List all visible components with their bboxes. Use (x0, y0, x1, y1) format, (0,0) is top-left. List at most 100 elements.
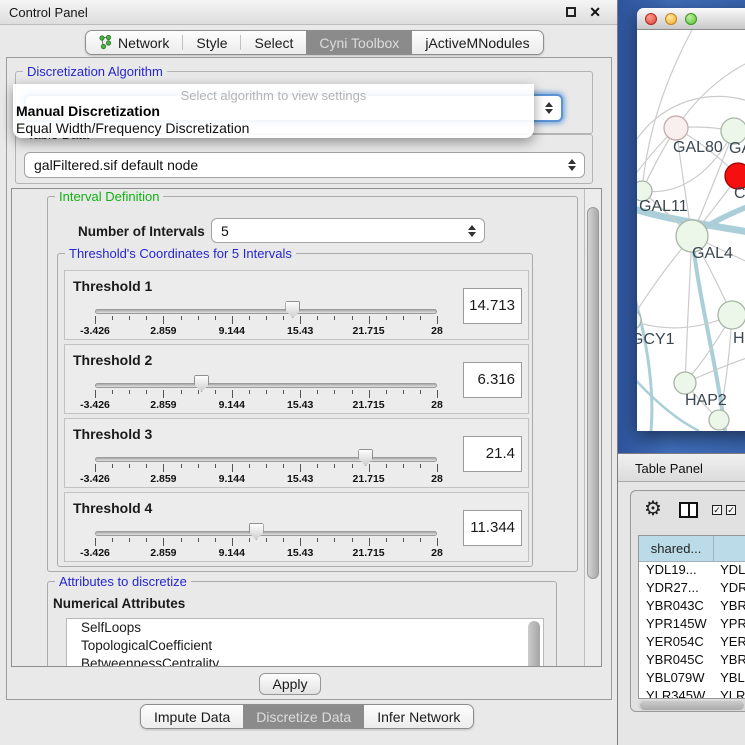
tick-label: 9.144 (219, 473, 245, 485)
slider-track[interactable] (95, 383, 437, 388)
tab-network[interactable]: Network (86, 31, 182, 54)
slider-track[interactable] (95, 531, 437, 536)
table-panel-region: ⚙ ✓ ✓ shared... na YDL19... YDL1 YDR27..… (618, 483, 745, 745)
column-header-name[interactable]: na (714, 536, 745, 562)
tick-label: 28 (431, 325, 443, 337)
control-panel: Control Panel ✕ Network Style Select C (0, 0, 618, 745)
scrollbar-thumb[interactable] (587, 207, 599, 579)
threshold-3-label: Threshold 3 (73, 426, 152, 442)
network-canvas[interactable]: GAL80 GA C GAL11 GAL4 GCY1 H HAP2 (637, 30, 745, 431)
threshold-4-value-field[interactable]: 11.344 (463, 510, 522, 546)
checkbox-icon[interactable]: ✓ (726, 505, 736, 515)
slider-tick-labels: -3.4262.8599.14415.4321.71528 (95, 473, 437, 485)
node-hap2[interactable] (674, 372, 696, 394)
cell-name[interactable]: YLR3 (714, 688, 745, 699)
gear-icon[interactable]: ⚙ (644, 498, 662, 520)
close-traffic-light-icon[interactable] (645, 13, 657, 25)
node-label: GA (729, 140, 745, 157)
node-h[interactable] (718, 301, 745, 329)
zoom-traffic-light-icon[interactable] (685, 13, 697, 25)
threshold-1-value-field[interactable]: 14.713 (463, 288, 522, 324)
table-body: YDL19... YDL1 YDR27... YDR2 YBR043C YBR0 (639, 562, 745, 699)
settings-vertical-scrollbar[interactable] (584, 189, 601, 666)
cell-name[interactable]: YBL0 (714, 670, 745, 688)
columns-icon[interactable] (679, 502, 698, 518)
dropdown-option-equal-width[interactable]: Equal Width/Frequency Discretization (16, 120, 249, 136)
table-row[interactable]: YER054C YER0 (639, 634, 745, 652)
cell-name[interactable]: YBR0 (714, 598, 745, 616)
cell-shared-name[interactable]: YBL079W (639, 670, 714, 688)
tick-label: 28 (431, 547, 443, 559)
threshold-2-label: Threshold 2 (73, 352, 152, 368)
tab-jactivemnodules[interactable]: jActiveMNodules (412, 31, 542, 54)
threshold-2-value-field[interactable]: 6.316 (463, 362, 522, 398)
node-label: GAL80 (673, 139, 723, 156)
cell-name[interactable]: YBR0 (714, 652, 745, 670)
table-row[interactable]: YPR145W YPR1 (639, 616, 745, 634)
table-horizontal-scrollbar[interactable] (638, 700, 745, 711)
list-item[interactable]: SelfLoops (67, 619, 543, 637)
threshold-3-slider[interactable]: -3.4262.8599.14415.4321.71528 (95, 447, 437, 487)
table-data-combobox[interactable]: galFiltered.sif default node (24, 152, 585, 178)
cell-shared-name[interactable]: YLR345W (639, 688, 714, 699)
threshold-1-slider[interactable]: -3.4262.8599.14415.4321.71528 (95, 299, 437, 339)
cell-name[interactable]: YER0 (714, 634, 745, 652)
table-row[interactable]: YBL079W YBL0 (639, 670, 745, 688)
table-row[interactable]: YDR27... YDR2 (639, 580, 745, 598)
numerical-attributes-list[interactable]: SelfLoopsTopologicalCoefficientBetweenne… (66, 618, 544, 667)
threshold-1-label: Threshold 1 (73, 278, 152, 294)
settings-scrollpane: Interval Definition Number of Intervals … (11, 188, 602, 667)
num-intervals-combobox[interactable]: 5 (211, 218, 485, 243)
slider-ticks (95, 538, 437, 547)
table-row[interactable]: YLR345W YLR3 (639, 688, 745, 699)
float-window-icon[interactable] (566, 7, 576, 17)
num-intervals-value: 5 (221, 223, 229, 239)
threshold-4-slider[interactable]: -3.4262.8599.14415.4321.71528 (95, 521, 437, 561)
cell-shared-name[interactable]: YBR043C (639, 598, 714, 616)
cell-shared-name[interactable]: YPR145W (639, 616, 714, 634)
apply-button[interactable]: Apply (259, 673, 321, 695)
node-gcy1[interactable] (637, 310, 641, 330)
slider-track[interactable] (95, 457, 437, 462)
slider-track[interactable] (95, 309, 437, 314)
cell-name[interactable]: YPR1 (714, 616, 745, 634)
cell-name[interactable]: YDL1 (714, 562, 745, 580)
table-row[interactable]: YBR043C YBR0 (639, 598, 745, 616)
cell-name[interactable]: YDR2 (714, 580, 745, 598)
threshold-2-slider[interactable]: -3.4262.8599.14415.4321.71528 (95, 373, 437, 413)
discretization-algorithm-title: Discretization Algorithm (23, 64, 167, 79)
tab-discretize-data[interactable]: Discretize Data (243, 705, 364, 728)
dropdown-option-manual[interactable]: Manual Discretization (16, 103, 160, 119)
tab-select[interactable]: Select (241, 31, 306, 54)
checkbox-icon[interactable]: ✓ (712, 505, 722, 515)
list-item[interactable]: BetweennessCentrality (67, 655, 543, 667)
node-gal80[interactable] (664, 116, 688, 140)
cell-shared-name[interactable]: YBR045C (639, 652, 714, 670)
minimize-traffic-light-icon[interactable] (665, 13, 677, 25)
table-data-group: Table Data galFiltered.sif default node (15, 134, 593, 184)
interval-definition-group: Interval Definition Number of Intervals … (47, 196, 578, 572)
tab-infer-network[interactable]: Infer Network (364, 705, 473, 728)
node-bottom[interactable] (709, 410, 729, 430)
tick-label: 2.859 (150, 399, 176, 411)
list-item[interactable]: TopologicalCoefficient (67, 637, 543, 655)
tab-style[interactable]: Style (183, 31, 240, 54)
slider-tick-labels: -3.4262.8599.14415.4321.71528 (95, 399, 437, 411)
column-header-shared-name[interactable]: shared... (639, 536, 714, 562)
tab-impute-data[interactable]: Impute Data (141, 705, 243, 728)
table-row[interactable]: YDL19... YDL1 (639, 562, 745, 580)
cell-shared-name[interactable]: YDR27... (639, 580, 714, 598)
slider-tick-labels: -3.4262.8599.14415.4321.71528 (95, 547, 437, 559)
cell-shared-name[interactable]: YDL19... (639, 562, 714, 580)
scrollbar-thumb[interactable] (640, 701, 744, 710)
close-icon[interactable]: ✕ (589, 4, 601, 21)
list-scrollbar[interactable] (528, 621, 540, 667)
tab-jactivemnodules-label: jActiveMNodules (425, 35, 529, 51)
attributes-title: Attributes to discretize (55, 574, 191, 589)
tab-cyni-toolbox[interactable]: Cyni Toolbox (306, 31, 412, 54)
control-panel-titlebar: Control Panel ✕ (0, 0, 617, 25)
network-nodes[interactable] (637, 116, 745, 430)
cell-shared-name[interactable]: YER054C (639, 634, 714, 652)
threshold-3-value-field[interactable]: 21.4 (463, 436, 522, 472)
table-row[interactable]: YBR045C YBR0 (639, 652, 745, 670)
